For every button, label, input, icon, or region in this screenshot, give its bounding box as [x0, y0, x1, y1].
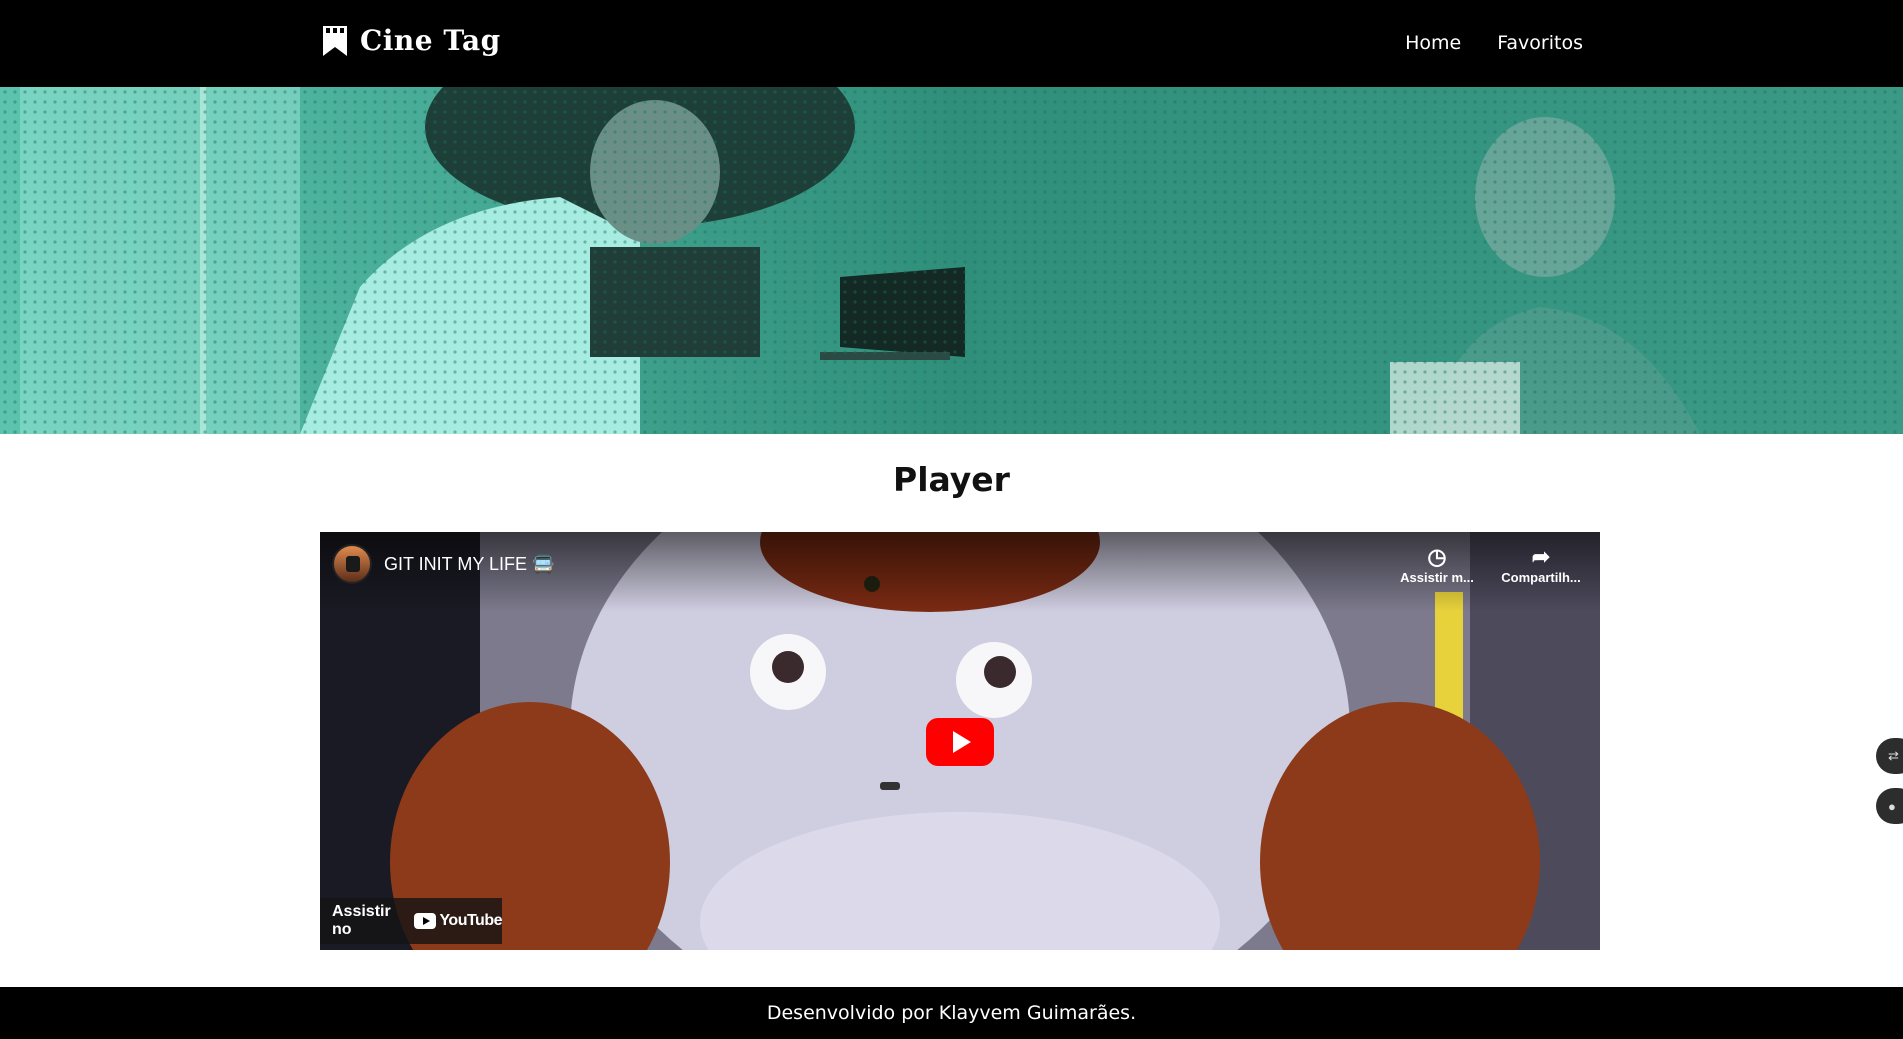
- channel-info[interactable]: GIT INIT MY LIFE 🚍: [332, 544, 554, 584]
- bookmark-icon: [323, 25, 347, 56]
- site-footer: Desenvolvido por Klayvem Guimarães.: [0, 987, 1903, 1039]
- logo-text: Cine Tag: [360, 24, 501, 57]
- youtube-play-icon: [414, 913, 437, 929]
- share-button[interactable]: ➦ Compartilh...: [1501, 544, 1581, 585]
- play-icon: [953, 731, 971, 753]
- video-title[interactable]: GIT INIT MY LIFE 🚍: [384, 554, 554, 575]
- bot-icon: ●: [1888, 798, 1896, 814]
- nav-home-link[interactable]: Home: [1405, 32, 1461, 54]
- player-actions: ◷ Assistir m... ➦ Compartilh...: [1398, 544, 1581, 585]
- page-title: Player: [893, 460, 1010, 499]
- channel-avatar[interactable]: [332, 544, 372, 584]
- translate-icon: ⇄: [1888, 748, 1899, 763]
- play-button[interactable]: [926, 718, 994, 766]
- share-icon: ➦: [1531, 544, 1551, 569]
- main-nav: Home Favoritos: [1405, 32, 1583, 54]
- youtube-logo: YouTube: [414, 912, 502, 930]
- nav-favoritos-link[interactable]: Favoritos: [1497, 32, 1583, 54]
- footer-credit: Desenvolvido por Klayvem Guimarães.: [766, 1002, 1137, 1024]
- site-header: Cine Tag Home Favoritos: [0, 0, 1903, 87]
- watch-on-youtube-button[interactable]: Assistir no YouTube: [320, 898, 502, 944]
- hero-banner: [0, 87, 1903, 434]
- watch-later-label: Assistir m...: [1400, 570, 1474, 585]
- share-label: Compartilh...: [1501, 570, 1581, 585]
- watch-on-label: Assistir no: [332, 903, 391, 938]
- video-player[interactable]: GIT INIT MY LIFE 🚍 ◷ Assistir m... ➦ Com…: [320, 532, 1600, 950]
- translate-extension-button[interactable]: ⇄: [1876, 738, 1903, 774]
- assistant-extension-button[interactable]: ●: [1876, 788, 1903, 824]
- watch-later-button[interactable]: ◷ Assistir m...: [1398, 544, 1476, 585]
- logo[interactable]: Cine Tag: [322, 24, 501, 57]
- youtube-brand-text: YouTube: [439, 912, 502, 929]
- clock-icon: ◷: [1427, 544, 1447, 569]
